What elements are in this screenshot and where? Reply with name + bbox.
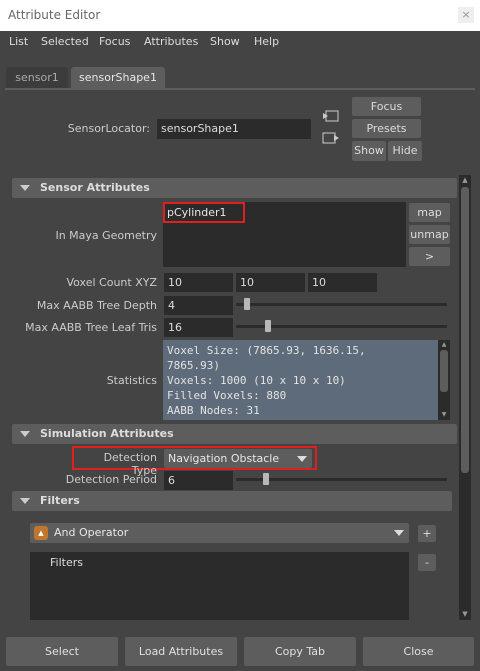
leaf-tris-field[interactable]: 16 — [164, 318, 233, 337]
title-bar: Attribute Editor × — [0, 0, 480, 31]
stats-line: AABB Nodes: 31 — [167, 404, 260, 417]
tab-sensor1[interactable]: sensor1 — [6, 67, 68, 88]
operator-dropdown[interactable]: ▲ And Operator — [30, 523, 409, 543]
tree-depth-slider[interactable] — [236, 298, 447, 310]
menu-selected[interactable]: Selected — [41, 35, 89, 48]
stats-scroll-up-icon[interactable]: ▲ — [438, 340, 450, 349]
leaf-tris-slider[interactable] — [236, 320, 447, 332]
simulation-attributes-title: Simulation Attributes — [40, 427, 174, 440]
tab-sensorshape1[interactable]: sensorShape1 — [71, 67, 165, 88]
load-attributes-button[interactable]: Load Attributes — [125, 637, 237, 666]
tab-bar: sensor1 sensorShape1 — [0, 58, 480, 88]
menu-help[interactable]: Help — [254, 35, 279, 48]
expand-triangle-icon — [20, 431, 30, 437]
dropdown-arrow-icon — [297, 456, 307, 462]
operator-value: And Operator — [54, 526, 129, 539]
map-button[interactable]: map — [409, 203, 450, 222]
stats-line: Filled Voxels: 880 — [167, 389, 287, 402]
main-scrollbar[interactable]: ▲ ▼ — [459, 175, 471, 620]
filters-title: Filters — [40, 494, 80, 507]
detection-period-slider-thumb[interactable] — [263, 473, 269, 485]
expand-triangle-icon — [20, 185, 30, 191]
tree-depth-slider-thumb[interactable] — [244, 298, 250, 310]
voxel-z-field[interactable]: 10 — [308, 273, 377, 292]
expand-triangle-icon — [20, 498, 30, 504]
menu-show[interactable]: Show — [210, 35, 240, 48]
more-button[interactable]: > — [409, 247, 450, 266]
scroll-down-icon[interactable]: ▼ — [459, 609, 471, 619]
voxel-x-field[interactable]: 10 — [164, 273, 233, 292]
stats-scroll-down-icon[interactable]: ▼ — [438, 410, 450, 419]
menu-bar: List Selected Focus Attributes Show Help — [0, 31, 480, 53]
close-button[interactable]: Close — [363, 637, 474, 666]
stats-line: 7865.93) — [167, 359, 220, 372]
sensor-locator-field[interactable]: sensorShape1 — [157, 119, 311, 139]
input-connection-icon[interactable] — [322, 109, 340, 123]
detection-period-label: Detection Period — [65, 473, 157, 486]
select-button[interactable]: Select — [6, 637, 118, 666]
sensor-attributes-title: Sensor Attributes — [40, 181, 150, 194]
tree-depth-label: Max AABB Tree Depth — [36, 299, 157, 312]
dropdown-arrow-icon — [394, 530, 404, 536]
menu-list[interactable]: List — [9, 35, 28, 48]
add-filter-button[interactable]: + — [418, 525, 436, 542]
close-icon[interactable]: × — [458, 7, 474, 23]
filters-header[interactable]: Filters — [12, 491, 452, 511]
voxel-y-field[interactable]: 10 — [236, 273, 305, 292]
sensor-locator-label: SensorLocator: — [67, 122, 150, 135]
hide-button[interactable]: Hide — [388, 141, 422, 161]
unmap-button[interactable]: unmap — [409, 225, 450, 244]
show-button[interactable]: Show — [352, 141, 386, 161]
stats-scrollbar-thumb[interactable] — [440, 350, 448, 392]
copy-tab-button[interactable]: Copy Tab — [244, 637, 356, 666]
geometry-item[interactable]: pCylinder1 — [167, 206, 227, 219]
statistics-label: Statistics — [106, 374, 157, 387]
focus-button[interactable]: Focus — [352, 97, 421, 116]
leaf-tris-label: Max AABB Tree Leaf Tris — [25, 321, 157, 334]
menu-focus[interactable]: Focus — [99, 35, 130, 48]
voxel-count-label: Voxel Count XYZ — [66, 276, 157, 289]
statistics-box: Voxel Size: (7865.93, 1636.15, 7865.93) … — [163, 340, 438, 420]
detection-period-slider[interactable] — [236, 473, 447, 485]
filters-list-label: Filters — [50, 556, 83, 569]
leaf-tris-slider-thumb[interactable] — [265, 320, 271, 332]
simulation-attributes-header[interactable]: Simulation Attributes — [12, 424, 457, 444]
scroll-up-icon[interactable]: ▲ — [459, 175, 471, 185]
detection-type-dropdown[interactable]: Navigation Obstacle — [164, 449, 312, 468]
filters-list[interactable]: Filters — [30, 552, 409, 620]
stats-line: Voxel Size: (7865.93, 1636.15, — [167, 344, 366, 357]
menu-attributes[interactable]: Attributes — [144, 35, 198, 48]
statistics-scrollbar[interactable]: ▲ ▼ — [438, 340, 450, 420]
output-connection-icon[interactable] — [322, 131, 340, 145]
geometry-label: In Maya Geometry — [55, 229, 157, 242]
tree-depth-field[interactable]: 4 — [164, 296, 233, 315]
window-title: Attribute Editor — [8, 8, 101, 22]
stats-line: Voxels: 1000 (10 x 10 x 10) — [167, 374, 346, 387]
detection-type-value: Navigation Obstacle — [168, 452, 280, 465]
operator-node-icon: ▲ — [34, 526, 48, 540]
remove-filter-button[interactable]: - — [418, 554, 436, 571]
detection-period-field[interactable]: 6 — [164, 471, 233, 490]
main-scrollbar-thumb[interactable] — [461, 187, 469, 473]
sensor-attributes-header[interactable]: Sensor Attributes — [12, 178, 457, 198]
presets-button[interactable]: Presets — [352, 119, 421, 138]
